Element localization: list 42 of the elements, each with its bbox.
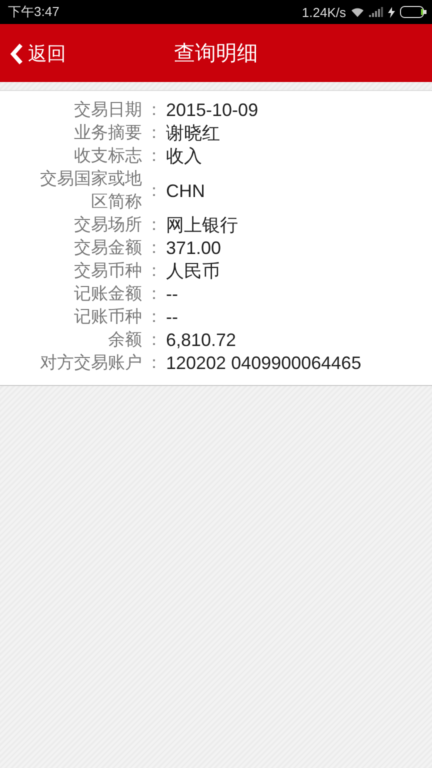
network-speed: 1.24K/s: [302, 4, 346, 20]
field-label: 收支标志: [73, 145, 142, 168]
field-value: 120202 0409900064465: [166, 352, 362, 375]
field-value: --: [166, 306, 178, 329]
colon: ：: [144, 283, 164, 306]
colon: ：: [144, 145, 164, 168]
field-value: 收入: [166, 145, 202, 168]
chevron-left-icon: [10, 43, 23, 65]
field-label: 记账金额: [73, 283, 142, 306]
field-value: 371.00: [166, 237, 222, 260]
page-title: 查询明细: [174, 40, 258, 67]
colon: ：: [144, 306, 164, 329]
field-value: 网上银行: [166, 214, 238, 237]
colon: ：: [144, 329, 164, 352]
field-label: 记账币种: [73, 306, 142, 329]
signal-icon: [369, 7, 383, 17]
battery-icon: [400, 6, 427, 18]
field-label: 交易日期: [73, 99, 142, 122]
field-value: 6,810.72: [166, 329, 236, 352]
colon: ：: [144, 214, 164, 237]
back-button[interactable]: 返回: [10, 41, 66, 67]
colon: ：: [144, 180, 164, 202]
field-label: 对方交易账户: [39, 352, 142, 375]
field-label: 交易金额: [73, 237, 142, 260]
colon: ：: [144, 352, 164, 375]
field-label: 业务摘要: [73, 122, 142, 145]
field-label: 余额: [107, 329, 142, 352]
colon: ：: [144, 99, 164, 122]
field-label: 交易国家或地区简称: [39, 168, 142, 214]
colon: ：: [144, 260, 164, 283]
field-value: 人民币: [166, 260, 220, 283]
field-value: CHN: [166, 180, 205, 202]
status-time: 下午3:47: [8, 3, 60, 21]
colon: ：: [144, 122, 164, 145]
field-value: 谢晓红: [166, 122, 220, 145]
field-label: 交易币种: [73, 260, 142, 283]
field-value: 2015-10-09: [166, 99, 258, 122]
field-value: --: [166, 283, 178, 306]
wifi-icon: [351, 7, 364, 17]
field-label: 交易场所: [73, 214, 142, 237]
colon: ：: [144, 237, 164, 260]
charging-icon: [388, 6, 395, 18]
